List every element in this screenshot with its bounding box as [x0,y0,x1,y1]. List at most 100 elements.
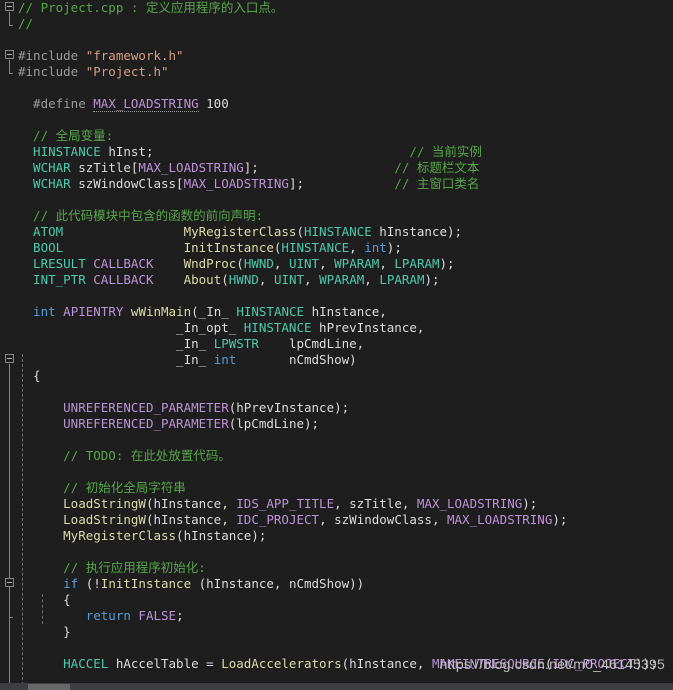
code-line[interactable] [0,384,673,400]
code-token: #define [18,96,94,111]
code-token: szWindowClass[ [70,176,184,191]
code-line[interactable] [0,112,673,128]
code-token: ); [386,240,402,255]
code-line[interactable]: INT_PTR CALLBACK About(HWND, UINT, WPARA… [0,272,673,288]
code-token: About [183,272,222,287]
code-token: FALSE [138,608,177,623]
code-token: HWND [243,256,274,271]
code-token: LoadStringW [63,512,146,527]
code-token: , [304,272,320,287]
code-token: , [379,256,395,271]
code-line[interactable]: // 初始化全局字符串 [0,480,673,496]
code-line[interactable]: ATOM MyRegisterClass(HINSTANCE hInstance… [0,224,673,240]
code-line[interactable] [0,32,673,48]
code-token: _In_opt_ [18,320,237,335]
horizontal-scrollbar-thumb[interactable] [28,684,70,690]
code-token: // TODO: 在此处放置代码。 [18,448,231,463]
code-line[interactable]: // 全局变量: [0,128,673,144]
code-token: MAX_LOADSTRING [183,176,289,191]
code-line[interactable] [0,288,673,304]
code-token: HINSTANCE [281,240,350,255]
code-line[interactable]: BOOL InitInstance(HINSTANCE, int); [0,240,673,256]
code-token: MAX_LOADSTRING [447,512,553,527]
code-line[interactable]: LoadStringW(hInstance, IDC_PROJECT, szWi… [0,512,673,528]
code-line[interactable]: { [0,368,673,384]
code-token: UINT [273,272,305,287]
code-line[interactable]: // Project.cpp : 定义应用程序的入口点。 [0,0,673,16]
code-token: UINT [288,256,320,271]
code-token: BOOL [18,240,64,255]
code-token: WCHAR [18,176,71,191]
code-line[interactable] [0,464,673,480]
code-text-area[interactable]: // Project.cpp : 定义应用程序的入口点。// #include … [0,0,673,690]
code-token: ); [552,512,568,527]
code-token: MyRegisterClass [63,528,177,543]
code-line[interactable]: UNREFERENCED_PARAMETER(hPrevInstance); [0,400,673,416]
code-line[interactable] [0,192,673,208]
code-line[interactable] [0,80,673,96]
code-line[interactable]: // TODO: 在此处放置代码。 [0,448,673,464]
code-token: // Project.cpp : 定义应用程序的入口点。 [18,0,284,15]
code-token: HINSTANCE [304,224,372,239]
code-token: int [213,352,237,367]
code-token: InitInstance [183,240,274,255]
code-token: if [63,576,79,591]
code-line[interactable]: WCHAR szWindowClass[MAX_LOADSTRING]; // … [0,176,673,192]
code-token: ); [439,256,455,271]
code-token: // 初始化全局字符串 [18,480,186,495]
code-line[interactable]: _In_opt_ HINSTANCE hPrevInstance, [0,320,673,336]
code-token: // 标题栏文本 [394,160,480,175]
code-token: , [273,256,289,271]
code-line[interactable]: WCHAR szTitle[MAX_LOADSTRING]; // 标题栏文本 [0,160,673,176]
code-line[interactable]: HINSTANCE hInst; // 当前实例 [0,144,673,160]
code-token: (hInstance, [145,512,237,527]
code-line[interactable] [0,432,673,448]
code-line[interactable]: // 执行应用程序初始化: [0,560,673,576]
code-token: (! [78,576,101,591]
horizontal-scrollbar[interactable] [0,683,673,690]
code-token: _In_ [18,352,207,367]
code-line[interactable]: // [0,16,673,32]
code-line[interactable]: _In_ LPWSTR lpCmdLine, [0,336,673,352]
code-token: "framework.h" [85,48,184,63]
code-token: "Project.h" [85,64,169,79]
code-line[interactable]: return FALSE; [0,608,673,624]
code-token: // 全局变量: [18,128,114,143]
code-line[interactable] [0,544,673,560]
code-line[interactable]: // 此代码模块中包含的函数的前向声明: [0,208,673,224]
code-line[interactable]: { [0,592,673,608]
code-token: int [18,304,56,319]
code-token: LPWSTR [213,336,259,351]
code-line[interactable]: LRESULT CALLBACK WndProc(HWND, UINT, WPA… [0,256,673,272]
code-token: nCmdShow) [236,352,357,367]
code-line[interactable]: MyRegisterClass(hInstance); [0,528,673,544]
code-line[interactable]: LoadStringW(hInstance, IDS_APP_TITLE, sz… [0,496,673,512]
code-line[interactable]: if (!InitInstance (hInstance, nCmdShow)) [0,576,673,592]
code-line[interactable]: #define MAX_LOADSTRING 100 [0,96,673,112]
code-token: MAX_LOADSTRING [93,96,199,112]
code-token: APIENTRY [63,304,124,319]
code-token: _In_ [198,304,229,319]
code-token: , [319,256,335,271]
code-line[interactable]: UNREFERENCED_PARAMETER(lpCmdLine); [0,416,673,432]
code-token: INT_PTR [18,272,86,287]
code-line[interactable]: #include "framework.h" [0,48,673,64]
code-line[interactable]: #include "Project.h" [0,64,673,80]
code-token: ( [221,272,229,287]
code-line[interactable] [0,640,673,656]
code-line[interactable]: int APIENTRY wWinMain(_In_ HINSTANCE hIn… [0,304,673,320]
code-editor[interactable]: // Project.cpp : 定义应用程序的入口点。// #include … [0,0,673,690]
code-token: // [18,16,34,31]
code-token: _In_ [18,336,207,351]
code-token: hPrevInstance, [311,320,425,335]
code-token: ATOM [18,224,64,239]
code-token: ]; [243,160,259,175]
code-line[interactable]: } [0,624,673,640]
code-token: , [364,272,380,287]
code-line[interactable]: _In_ int nCmdShow) [0,352,673,368]
